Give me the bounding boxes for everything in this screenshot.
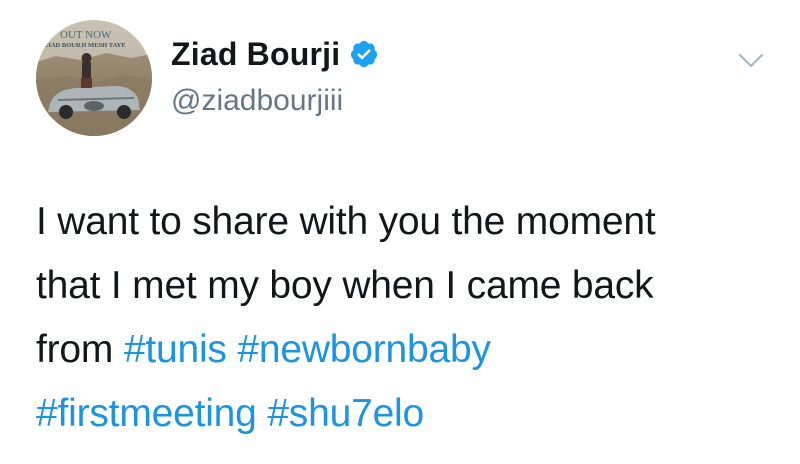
author-handle[interactable]: @ziadbourjiii [171, 86, 343, 116]
avatar-overlay-top: OUT NOW [60, 29, 112, 41]
author-name-row: Ziad Bourji [171, 38, 379, 70]
hashtag-link[interactable]: #newbornbaby [237, 328, 491, 371]
tweet-text-fragment: from [36, 328, 124, 371]
avatar-overlay-bottom: ZIAD BOURJI MESH TAYE [44, 42, 126, 49]
tweet-text-line: I want to share with you the moment [36, 200, 656, 243]
tweet-card: OUT NOW ZIAD BOURJI MESH TAYE Ziad Bourj… [0, 0, 800, 464]
tweet-text-line: #firstmeeting #shu7elo [36, 382, 786, 446]
avatar[interactable]: OUT NOW ZIAD BOURJI MESH TAYE [36, 20, 152, 136]
hashtag-link[interactable]: #shu7elo [267, 392, 424, 435]
chevron-down-icon[interactable] [738, 52, 764, 70]
tweet-text-line: from #tunis #newbornbaby [36, 318, 786, 382]
display-name[interactable]: Ziad Bourji [171, 38, 340, 70]
tweet-text-line: that I met my boy when I came back [36, 264, 654, 307]
tweet-text: I want to share with you the moment that… [36, 190, 786, 446]
hashtag-link[interactable]: #firstmeeting [36, 392, 257, 435]
hashtag-link[interactable]: #tunis [124, 328, 227, 371]
avatar-image: OUT NOW ZIAD BOURJI MESH TAYE [36, 20, 152, 136]
verified-badge-icon [351, 40, 378, 68]
